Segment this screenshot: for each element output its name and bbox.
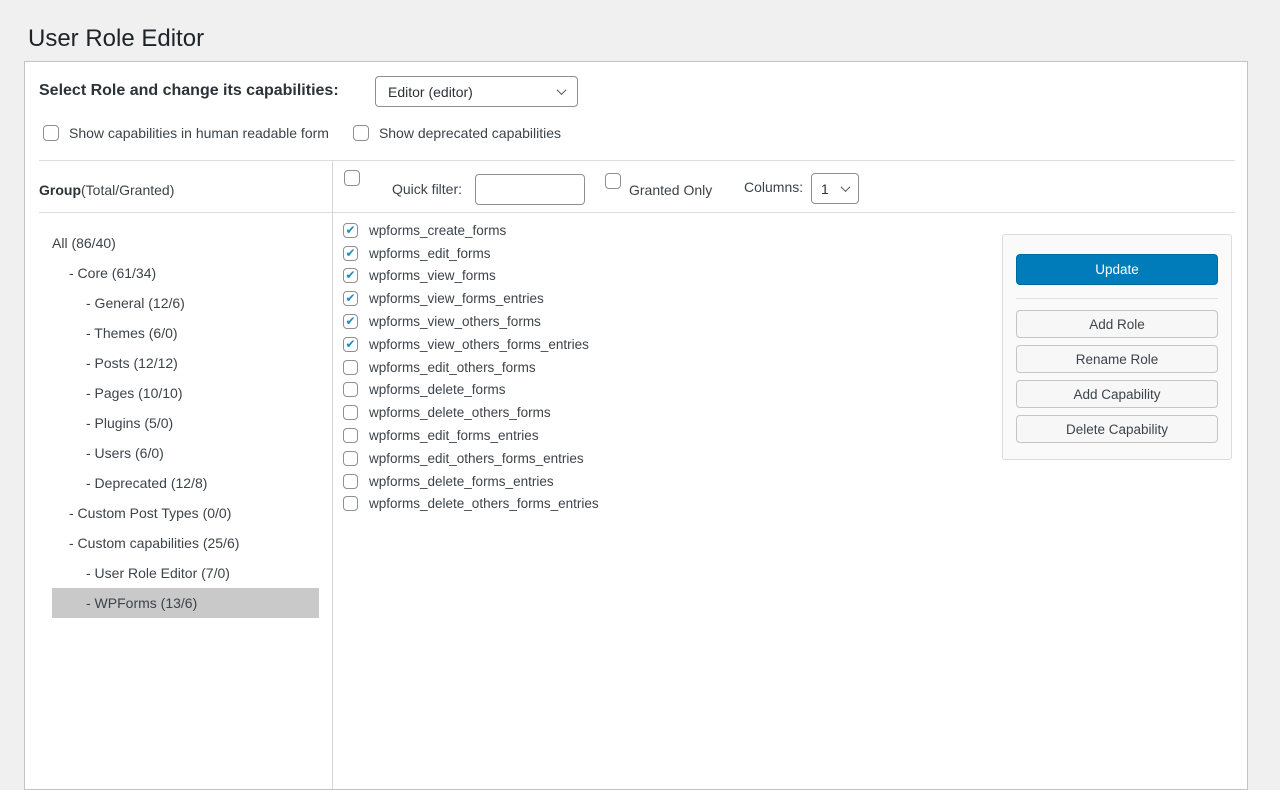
group-tree: All (86/40) - Core (61/34) - General (12… [52,228,319,618]
human-readable-checkbox[interactable] [43,125,59,141]
granted-only-checkbox[interactable] [605,173,621,189]
capability-checkbox[interactable] [343,360,358,375]
capability-label: wpforms_edit_others_forms_entries [369,451,584,466]
capabilities-list: wpforms_create_forms wpforms_edit_forms … [343,219,599,515]
capability-checkbox[interactable] [343,246,358,261]
capability-label: wpforms_edit_others_forms [369,360,536,375]
group-tree-item[interactable]: - Plugins (5/0) [52,408,319,438]
role-select[interactable]: Editor (editor) [375,76,578,107]
group-tree-item-label: - Deprecated (12/8) [86,475,207,491]
group-tree-item-label: - Pages (10/10) [86,385,183,401]
role-select-value: Editor (editor) [388,84,473,100]
capability-row: wpforms_edit_forms_entries [343,424,599,447]
capability-label: wpforms_create_forms [369,223,506,238]
capability-row: wpforms_view_others_forms [343,310,599,333]
group-tree-item-label: - WPForms (13/6) [86,595,197,611]
granted-only-label: Granted Only [629,182,712,198]
capability-row: wpforms_delete_others_forms [343,401,599,424]
capability-row: wpforms_delete_others_forms_entries [343,493,599,516]
capability-row: wpforms_edit_forms [343,242,599,265]
capability-label: wpforms_edit_forms [369,246,491,261]
delete-capability-button[interactable]: Delete Capability [1016,415,1218,443]
quick-filter-input[interactable] [475,174,585,205]
chevron-down-icon [841,182,851,192]
capability-checkbox[interactable] [343,314,358,329]
capability-row: wpforms_edit_others_forms [343,356,599,379]
group-tree-item[interactable]: - Posts (12/12) [52,348,319,378]
group-tree-item[interactable]: - Deprecated (12/8) [52,468,319,498]
actions-panel: Update Add Role Rename Role Add Capabili… [1002,234,1232,460]
capability-label: wpforms_delete_others_forms [369,405,551,420]
group-tree-item[interactable]: - Users (6/0) [52,438,319,468]
chevron-down-icon [557,85,567,95]
group-tree-item-label: - Core (61/34) [69,265,156,281]
capability-row: wpforms_edit_others_forms_entries [343,447,599,470]
capability-row: wpforms_view_forms [343,265,599,288]
columns-select-value: 1 [821,181,829,197]
quick-filter-label: Quick filter: [392,181,462,197]
capability-checkbox[interactable] [343,496,358,511]
user-role-editor-panel: Select Role and change its capabilities:… [24,61,1248,790]
add-capability-button[interactable]: Add Capability [1016,380,1218,408]
group-tree-item[interactable]: - General (12/6) [52,288,319,318]
group-tree-item-label: - User Role Editor (7/0) [86,565,230,581]
columns-label: Columns: [744,179,803,195]
divider [1016,298,1218,299]
group-tree-item[interactable]: All (86/40) [52,228,319,258]
capability-checkbox[interactable] [343,268,358,283]
capability-checkbox[interactable] [343,405,358,420]
capability-label: wpforms_delete_forms_entries [369,474,554,489]
columns-select[interactable]: 1 [811,173,859,204]
group-tree-item[interactable]: - Core (61/34) [52,258,319,288]
capability-label: wpforms_view_forms_entries [369,291,544,306]
group-tree-item-label: - Themes (6/0) [86,325,178,341]
group-tree-item[interactable]: - User Role Editor (7/0) [52,558,319,588]
capability-row: wpforms_delete_forms [343,379,599,402]
update-button[interactable]: Update [1016,254,1218,285]
capability-row: wpforms_view_others_forms_entries [343,333,599,356]
group-tree-item[interactable]: - Pages (10/10) [52,378,319,408]
group-tree-item-label: - General (12/6) [86,295,185,311]
capability-checkbox[interactable] [343,428,358,443]
capability-checkbox[interactable] [343,474,358,489]
group-tree-item[interactable]: - Custom capabilities (25/6) [52,528,319,558]
group-tree-item[interactable]: - WPForms (13/6) [52,588,319,618]
deprecated-label: Show deprecated capabilities [379,125,561,141]
display-options-row: Show capabilities in human readable form… [43,124,561,142]
group-tree-item[interactable]: - Custom Post Types (0/0) [52,498,319,528]
capability-label: wpforms_delete_forms [369,382,506,397]
capability-checkbox[interactable] [343,337,358,352]
capability-label: wpforms_delete_others_forms_entries [369,496,599,511]
capability-label: wpforms_view_forms [369,268,496,283]
divider [39,160,1235,161]
human-readable-label: Show capabilities in human readable form [69,125,329,141]
select-all-checkbox[interactable] [344,170,360,186]
rename-role-button[interactable]: Rename Role [1016,345,1218,373]
page-title: User Role Editor [28,24,204,54]
divider [39,212,1235,213]
capability-checkbox[interactable] [343,291,358,306]
group-tree-item-label: All (86/40) [52,235,116,251]
capability-label: wpforms_view_others_forms [369,314,541,329]
capability-checkbox[interactable] [343,223,358,238]
capability-checkbox[interactable] [343,451,358,466]
sidebar-divider [332,161,333,789]
deprecated-checkbox[interactable] [353,125,369,141]
add-role-button[interactable]: Add Role [1016,310,1218,338]
group-tree-item-label: - Posts (12/12) [86,355,178,371]
capability-label: wpforms_view_others_forms_entries [369,337,589,352]
capability-row: wpforms_create_forms [343,219,599,242]
group-tree-item[interactable]: - Themes (6/0) [52,318,319,348]
capability-label: wpforms_edit_forms_entries [369,428,539,443]
group-header: Group (Total/Granted) [39,175,174,205]
group-tree-item-label: - Custom Post Types (0/0) [69,505,231,521]
group-tree-item-label: - Plugins (5/0) [86,415,173,431]
group-tree-item-label: - Users (6/0) [86,445,164,461]
capability-row: wpforms_view_forms_entries [343,287,599,310]
capability-row: wpforms_delete_forms_entries [343,470,599,493]
group-tree-item-label: - Custom capabilities (25/6) [69,535,239,551]
role-select-label: Select Role and change its capabilities: [39,82,339,100]
capability-checkbox[interactable] [343,382,358,397]
